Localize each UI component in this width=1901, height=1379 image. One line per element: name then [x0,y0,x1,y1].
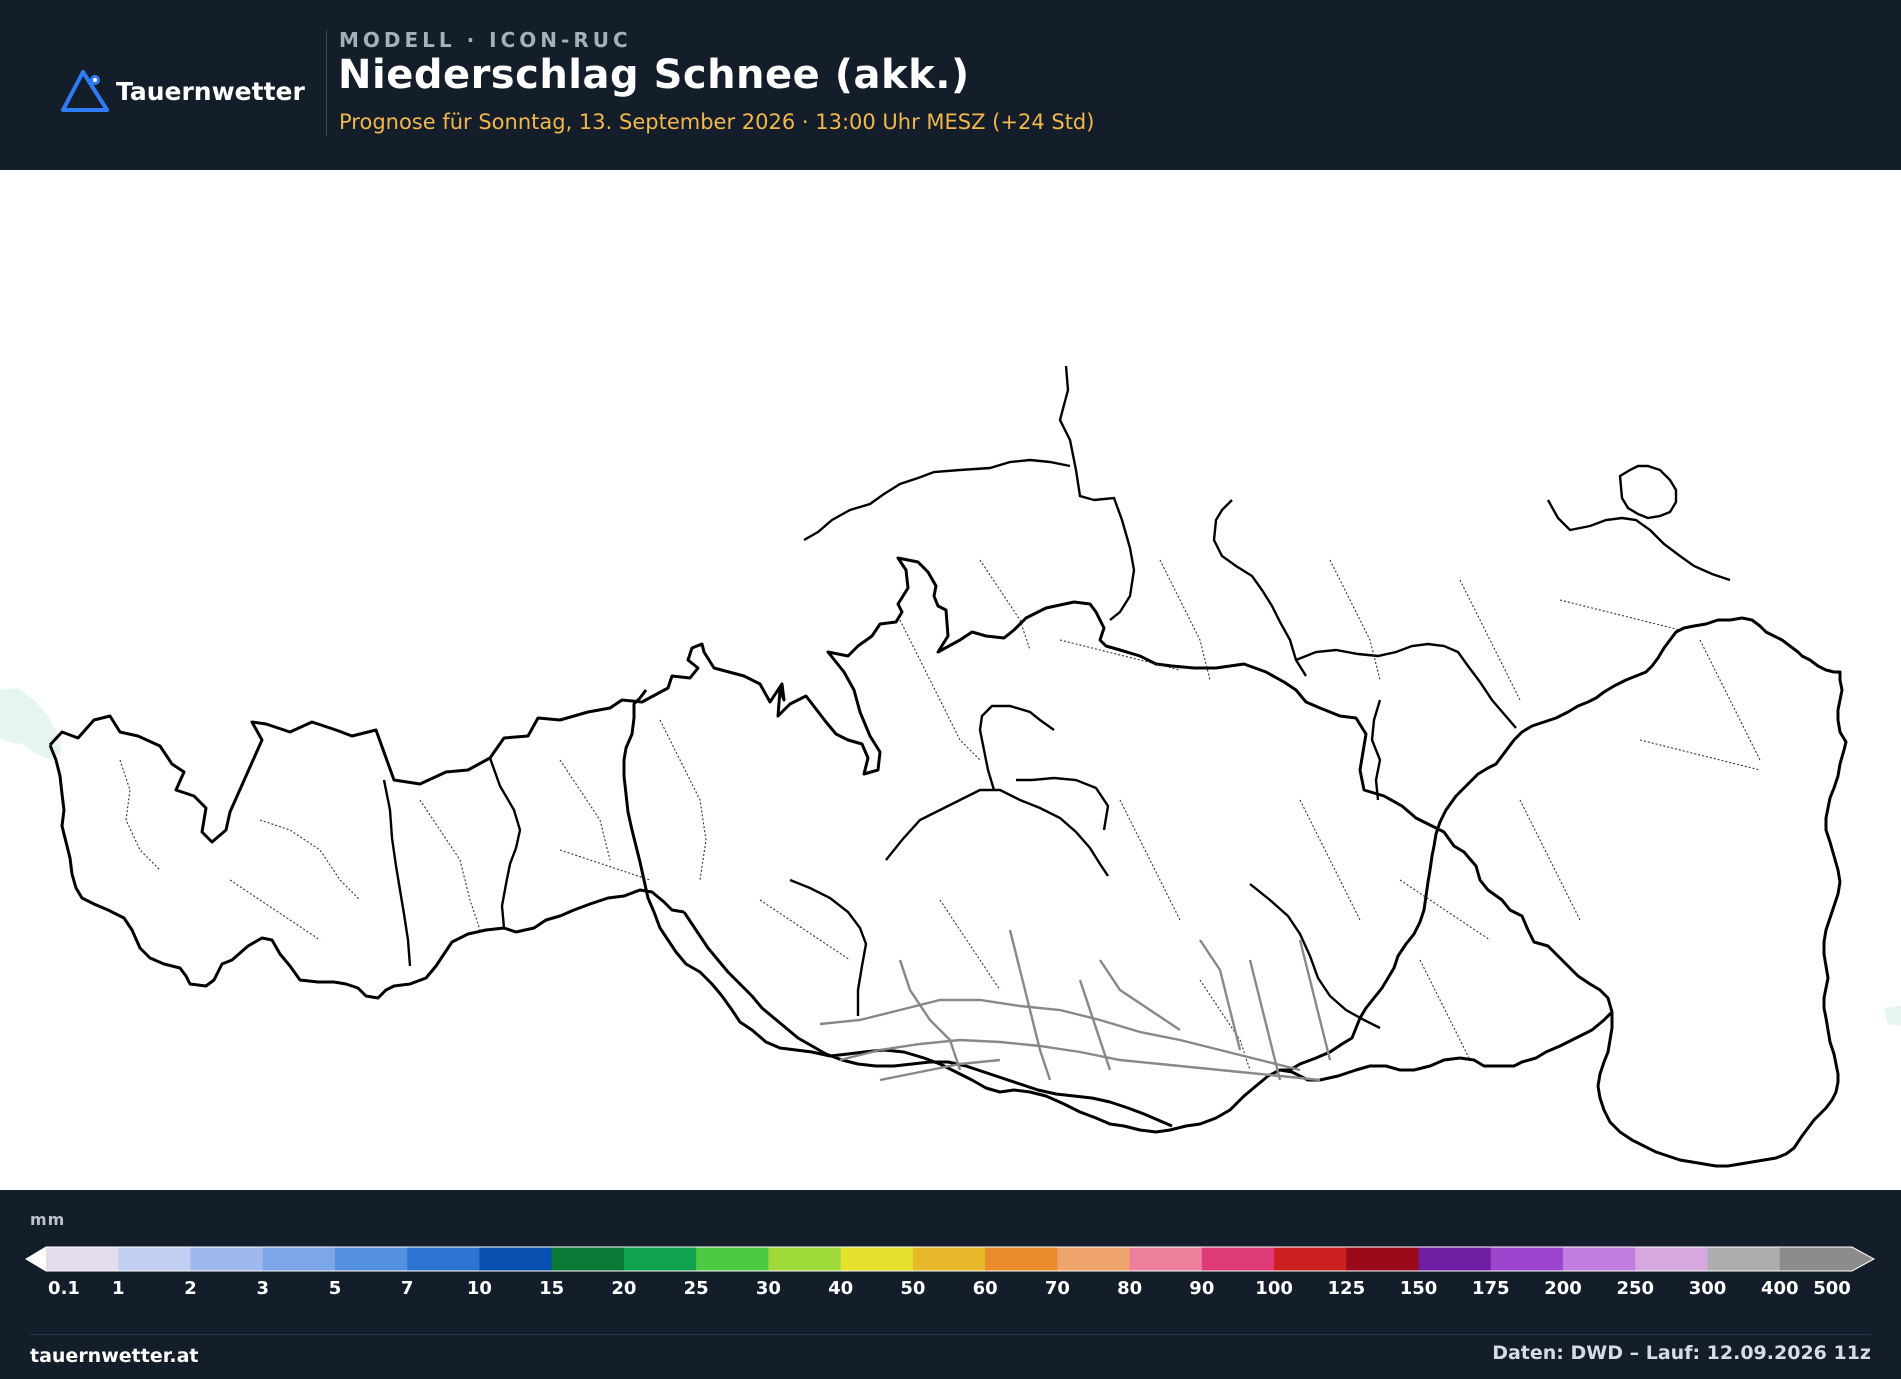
colorbar-tick-label: 90 [1189,1278,1215,1299]
colorbar-segment [1129,1247,1203,1271]
colorbar-segment [985,1247,1058,1271]
colorbar-tick-label: 3 [256,1278,269,1299]
brand-name: Tauernwetter [116,76,305,106]
colorbar-segment [768,1247,842,1271]
colorbar-segment [1779,1247,1853,1271]
colorbar-min-arrow [26,1247,46,1271]
colorbar-ticks: 0.1 1 2 3 5 7 10 15 20 25 30 40 50 60 70 80 90 100 125 150 1… [0,1278,1901,1304]
colorbar-tick-label: 10 [466,1278,492,1299]
colorbar-tick-label: 0.1 [48,1278,80,1299]
colorbar-segment [1274,1247,1347,1271]
colorbar-segment [912,1247,986,1271]
map-area[interactable] [0,170,1901,1190]
website-link[interactable]: tauernwetter.at [30,1345,199,1367]
colorbar-tick-label: 15 [539,1278,565,1299]
colorbar-segment [1057,1247,1131,1271]
model-label: MODELL · ICON-RUC [339,28,632,52]
data-source: Daten: DWD – Lauf: 12.09.2026 11z [1492,1342,1871,1364]
legend-footer: mm 0.1 1 2 3 5 7 10 15 20 25 30 40 50 60 70 80 90 100 125 1… [0,1190,1901,1379]
colorbar-tick-label: 150 [1399,1278,1438,1299]
legend-unit: mm [30,1210,66,1229]
colorbar-tick-label: 70 [1044,1278,1070,1299]
header-divider [326,30,327,136]
header: Tauernwetter MODELL · ICON-RUC Niedersch… [0,0,1901,170]
colorbar-tick-label: 175 [1472,1278,1510,1299]
colorbar-segment [190,1247,264,1271]
colorbar-segment [1490,1247,1564,1271]
colorbar-segment [1346,1247,1420,1271]
map-title: Niederschlag Schnee (akk.) [338,52,970,98]
colorbar-tick-label: 250 [1616,1278,1655,1299]
colorbar-tick-label: 200 [1544,1278,1582,1299]
colorbar-segment [1707,1247,1781,1271]
district-borders [119,559,1761,1071]
mountain-logo-icon [61,70,109,112]
austria-border [48,556,1848,1168]
colorbar-segment [551,1247,625,1271]
colorbar-max-arrow [1852,1247,1874,1271]
colorbar-tick-label: 2 [184,1278,197,1299]
colorbar-segment [262,1247,336,1271]
colorbar-tick-label: 400 [1760,1278,1799,1299]
colorbar-tick-label: 20 [611,1278,637,1299]
colorbar-segment [118,1247,191,1271]
colorbar-segment [840,1247,914,1271]
colorbar-tick-label: 50 [900,1278,926,1299]
colorbar-tick-label: 25 [683,1278,709,1299]
colorbar-segment [623,1247,697,1271]
austria-map [0,365,1901,1168]
colorbar-tick-label: 300 [1688,1278,1727,1299]
colorbar-segment [334,1247,408,1271]
forecast-subtitle: Prognose für Sonntag, 13. September 2026… [339,110,1095,134]
colorbar-segment [46,1247,119,1271]
colorbar-segment [1563,1247,1636,1271]
colorbar-segment [1635,1247,1709,1271]
colorbar-segment [479,1247,553,1271]
road-network [819,929,1332,1082]
footer-divider [30,1334,1871,1335]
colorbar-tick-label: 5 [328,1278,342,1299]
brand-logo[interactable]: Tauernwetter [60,68,305,114]
neighbour-patch-east [1884,1006,1901,1026]
colorbar-tick-label: 500 [1813,1278,1851,1299]
colorbar-tick-label: 30 [755,1278,781,1299]
colorbar-tick-label: 80 [1117,1278,1143,1299]
colorbar-segment [407,1247,480,1271]
colorbar-tick-label: 60 [972,1278,998,1299]
colorbar-tick-label: 125 [1327,1278,1366,1299]
colorbar-tick-label: 40 [828,1278,854,1299]
colorbar-segment [1201,1247,1275,1271]
colorbar-tick-label: 100 [1255,1278,1293,1299]
colorbar [25,1246,1876,1272]
colorbar-segment [1418,1247,1492,1271]
colorbar-tick-label: 1 [111,1278,125,1299]
colorbar-tick-label: 7 [400,1278,414,1299]
colorbar-segment [696,1247,769,1271]
